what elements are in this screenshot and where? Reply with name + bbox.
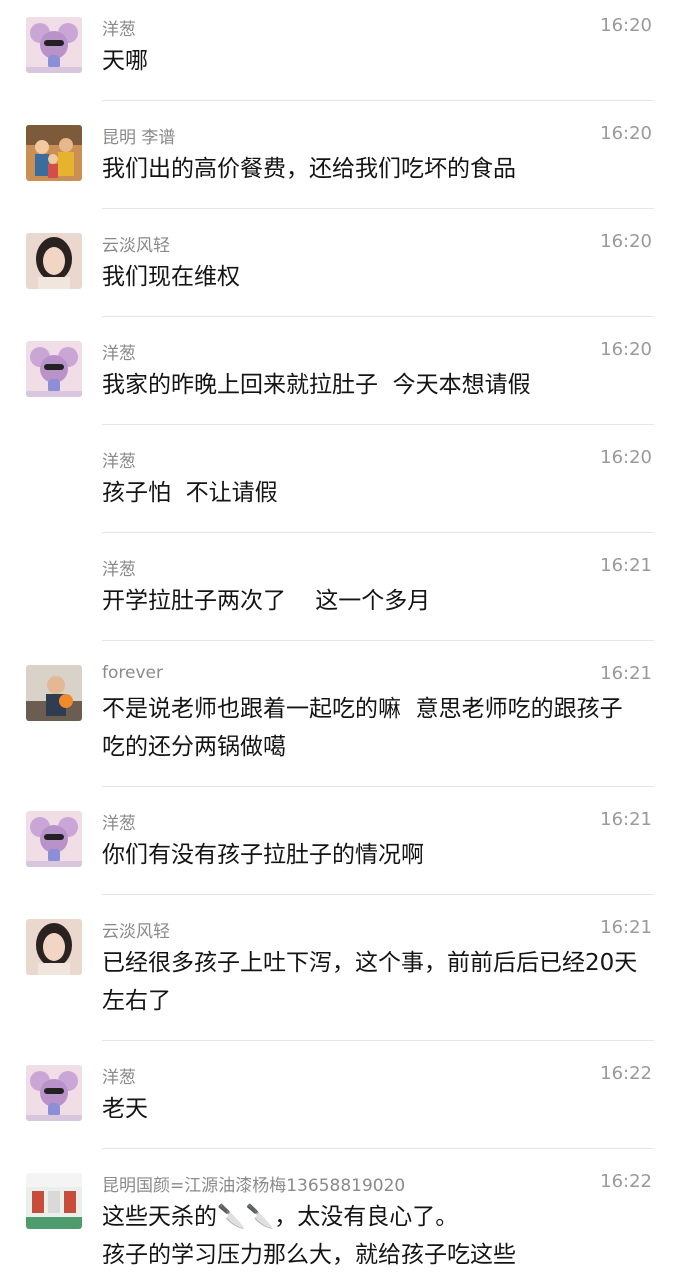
sender-name: 昆明 李谱 — [102, 128, 176, 148]
divider — [102, 786, 654, 787]
divider — [102, 424, 654, 425]
message-text: 老天 — [102, 1096, 148, 1122]
message-text: 孩子怕 不让请假 — [102, 480, 278, 506]
timestamp: 16:20 — [600, 123, 652, 144]
timestamp: 16:22 — [600, 1171, 652, 1192]
mouse-avatar[interactable] — [26, 341, 82, 397]
divider — [102, 532, 654, 533]
divider — [102, 894, 654, 895]
timestamp: 16:20 — [600, 15, 652, 36]
message-text: 我家的昨晚上回来就拉肚子 今天本想请假 — [102, 372, 531, 398]
paint-shop-avatar[interactable] — [26, 1173, 82, 1229]
sender-name: 洋葱 — [102, 1068, 136, 1088]
sender-name: 洋葱 — [102, 344, 136, 364]
message-text: 这些天杀的🔪🔪，太没有良心了。 孩子的学习压力那么大，就给孩子吃这些 — [102, 1204, 516, 1268]
message-text: 天哪 — [102, 48, 148, 74]
divider — [102, 640, 654, 641]
timestamp: 16:20 — [600, 231, 652, 252]
family-photo-avatar[interactable] — [26, 125, 82, 181]
message-text: 开学拉肚子两次了 这一个多月 — [102, 588, 431, 614]
sender-name: forever — [102, 663, 163, 683]
divider — [102, 1148, 654, 1149]
message-text: 已经很多孩子上吐下泻，这个事，前前后后已经20天左右了 — [102, 950, 638, 1014]
sender-name: 洋葱 — [102, 452, 136, 472]
child-photo-avatar[interactable] — [26, 665, 82, 721]
timestamp: 16:22 — [600, 1063, 652, 1084]
sender-name: 洋葱 — [102, 560, 136, 580]
sender-name: 洋葱 — [102, 814, 136, 834]
mouse-avatar[interactable] — [26, 811, 82, 867]
timestamp: 16:21 — [600, 663, 652, 684]
divider — [102, 316, 654, 317]
divider — [102, 100, 654, 101]
sender-name: 洋葱 — [102, 20, 136, 40]
timestamp: 16:21 — [600, 917, 652, 938]
message-text: 你们有没有孩子拉肚子的情况啊 — [102, 842, 424, 868]
sender-name: 云淡风轻 — [102, 922, 170, 942]
mouse-avatar[interactable] — [26, 17, 82, 73]
message-text: 我们现在维权 — [102, 264, 240, 290]
timestamp: 16:21 — [600, 555, 652, 576]
sender-name: 昆明国颜=江源油漆杨梅13658819020 — [102, 1176, 406, 1196]
mouse-avatar[interactable] — [26, 1065, 82, 1121]
woman-photo-avatar[interactable] — [26, 233, 82, 289]
timestamp: 16:20 — [600, 339, 652, 360]
divider — [102, 1040, 654, 1041]
timestamp: 16:20 — [600, 447, 652, 468]
divider — [102, 208, 654, 209]
woman-photo-avatar[interactable] — [26, 919, 82, 975]
timestamp: 16:21 — [600, 809, 652, 830]
sender-name: 云淡风轻 — [102, 236, 170, 256]
message-text: 我们出的高价餐费，还给我们吃坏的食品 — [102, 156, 516, 182]
message-text: 不是说老师也跟着一起吃的嘛 意思老师吃的跟孩子吃的还分两锅做噶 — [102, 696, 623, 760]
